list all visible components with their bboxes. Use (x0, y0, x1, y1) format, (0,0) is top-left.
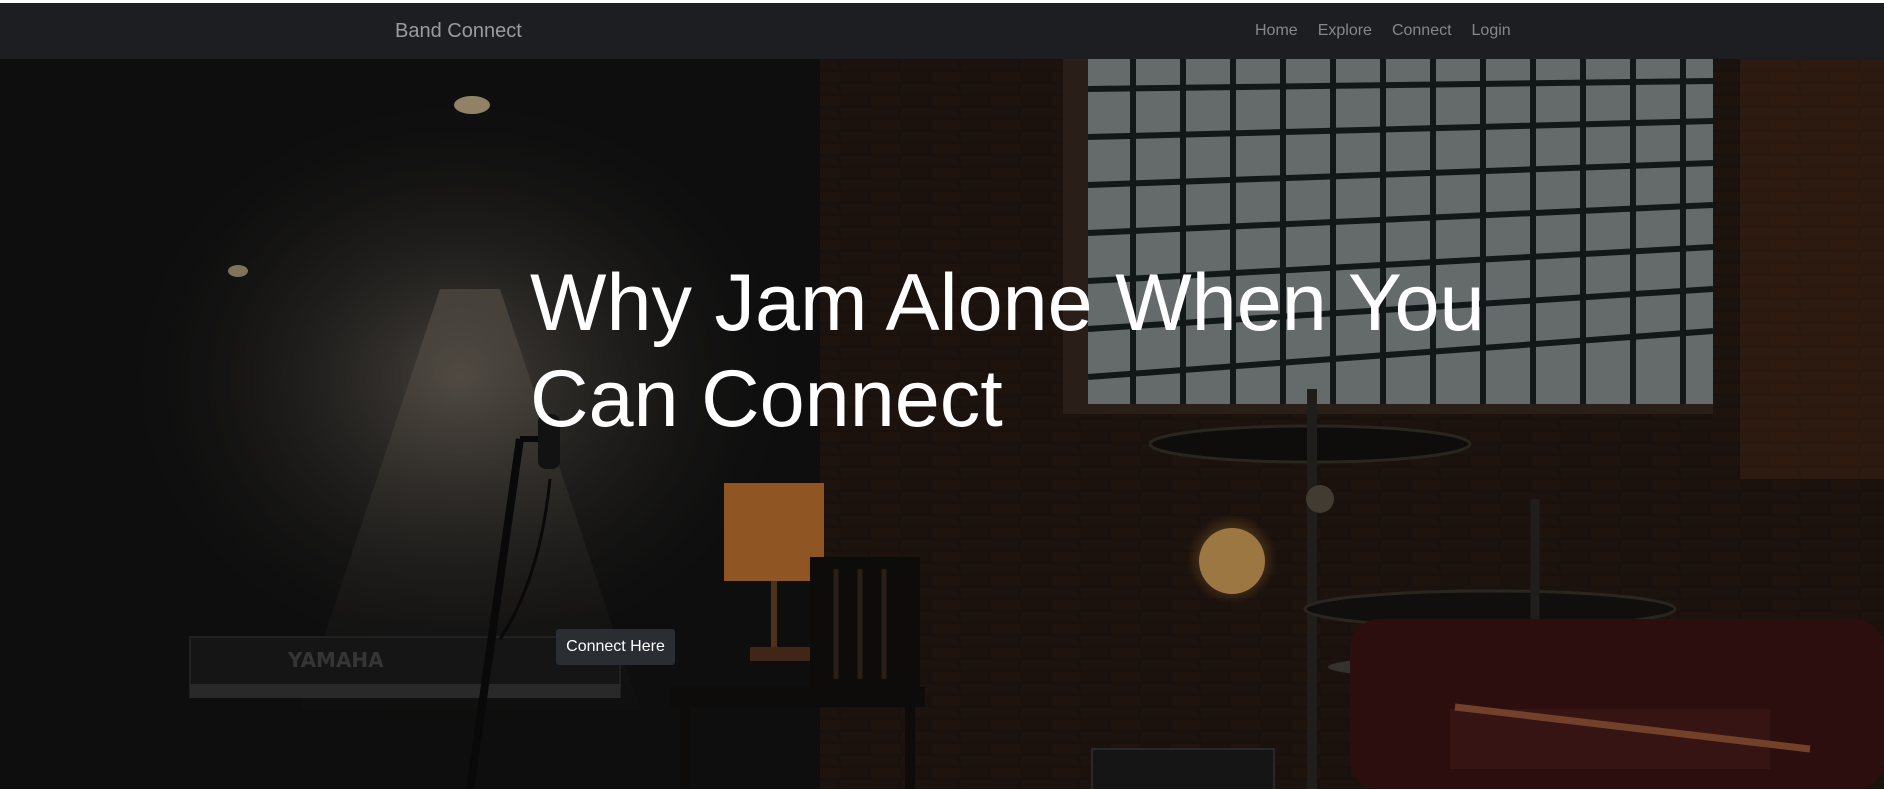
connect-here-button[interactable]: Connect Here (556, 629, 675, 665)
nav-link-explore[interactable]: Explore (1318, 22, 1372, 40)
nav-link-connect[interactable]: Connect (1392, 22, 1452, 40)
hero-section: YAMAHA Why Jam Alone When You Can Connec… (0, 59, 1884, 789)
page: Band Connect Home Explore Connect Login (0, 0, 1884, 790)
nav-link-home[interactable]: Home (1255, 22, 1298, 40)
nav-link-login[interactable]: Login (1472, 22, 1511, 40)
hero-headline: Why Jam Alone When You Can Connect (530, 258, 1485, 444)
navbar: Band Connect Home Explore Connect Login (0, 3, 1884, 59)
brand-link[interactable]: Band Connect (395, 20, 522, 43)
nav-links: Home Explore Connect Login (1255, 22, 1511, 40)
